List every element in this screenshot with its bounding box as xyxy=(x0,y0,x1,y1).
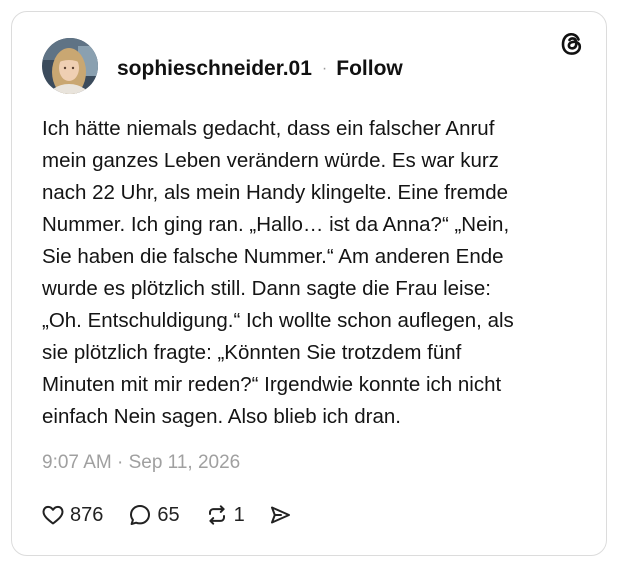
like-button[interactable]: 876 xyxy=(40,502,103,528)
send-paper-plane-icon xyxy=(267,502,293,528)
post-text-line: sie plötzlich fragte: „Könnten Sie trotz… xyxy=(42,341,462,364)
threads-logo-icon xyxy=(558,30,586,58)
post-text-line: Minuten mit mir reden?“ Irgendwie konnte… xyxy=(42,373,502,396)
post-header: sophieschneider.01 · Follow xyxy=(117,55,403,83)
post-body: Ich hätte niemals gedacht, dass ein fals… xyxy=(42,113,582,433)
post-actions: 876 65 1 xyxy=(40,500,293,530)
repost-arrows-icon xyxy=(204,502,230,528)
like-count: 876 xyxy=(70,503,104,526)
post-text-line: Nummer. Ich ging ran. „Hallo… ist da Ann… xyxy=(42,213,510,236)
post-text-line: Sie haben die falsche Nummer.“ Am andere… xyxy=(42,245,504,268)
post-text-line: nach 22 Uhr, als mein Handy klingelte. E… xyxy=(42,181,509,204)
follow-button[interactable]: Follow xyxy=(336,57,403,81)
reply-count: 65 xyxy=(157,503,180,526)
header-separator: · xyxy=(321,60,328,77)
comment-bubble-icon xyxy=(127,502,153,528)
repost-count: 1 xyxy=(233,503,245,526)
username-link[interactable]: sophieschneider.01 xyxy=(117,57,312,81)
reply-button[interactable]: 65 xyxy=(127,502,180,528)
avatar[interactable] xyxy=(42,38,98,94)
post-text-line: „Oh. Entschuldigung.“ Ich wollte schon a… xyxy=(42,309,514,332)
post-text-line: mein ganzes Leben verändern würde. Es wa… xyxy=(42,149,499,172)
post-text-line: Ich hätte niemals gedacht, dass ein fals… xyxy=(42,117,495,140)
post-text-line: einfach Nein sagen. Also blieb ich dran. xyxy=(42,405,401,428)
repost-button[interactable]: 1 xyxy=(204,502,245,528)
post-timestamp[interactable]: 9:07 AM · Sep 11, 2026 xyxy=(42,452,240,474)
heart-icon xyxy=(40,502,66,528)
share-button[interactable] xyxy=(267,502,293,528)
post-text-line: wurde es plötzlich still. Dann sagte die… xyxy=(42,277,491,300)
